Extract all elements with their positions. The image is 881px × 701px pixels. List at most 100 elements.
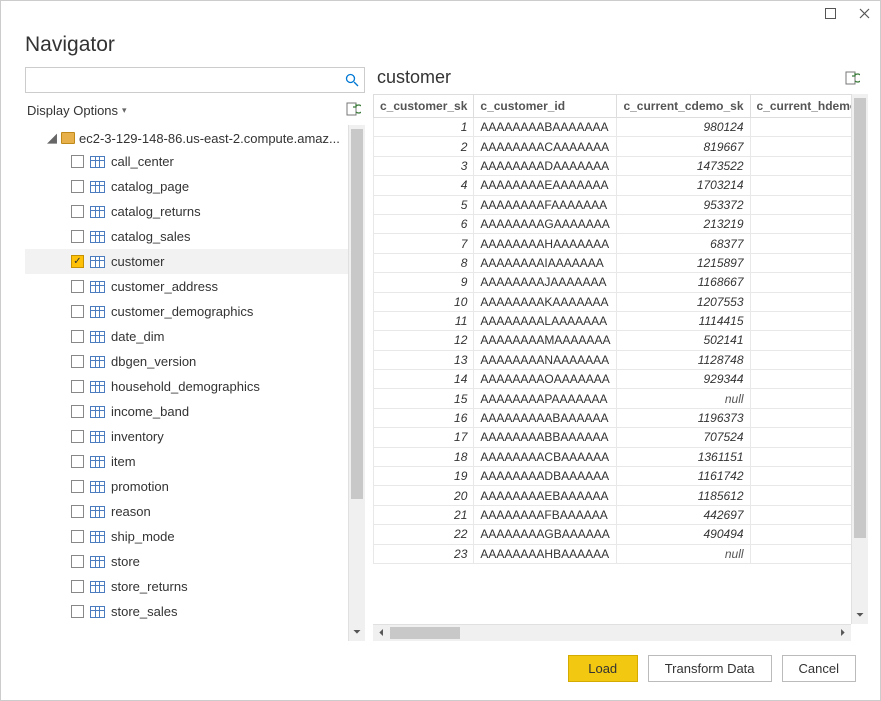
- table-row[interactable]: 16AAAAAAAAABAAAAAA119637330: [374, 408, 852, 427]
- tree-root-node[interactable]: ◢ ec2-3-129-148-86.us-east-2.compute.ama…: [25, 127, 348, 149]
- table-row[interactable]: 14AAAAAAAAOAAAAAAA9293448: [374, 370, 852, 389]
- tree-item-ship_mode[interactable]: ship_mode: [25, 524, 348, 549]
- table-row[interactable]: 2AAAAAAAACAAAAAAA81966714: [374, 137, 852, 156]
- tree-item-household_demographics[interactable]: household_demographics: [25, 374, 348, 399]
- tree-item-inventory[interactable]: inventory: [25, 424, 348, 449]
- grid-horizontal-scrollbar[interactable]: ⏴ ⏵: [373, 624, 851, 641]
- tree-item-item[interactable]: item: [25, 449, 348, 474]
- table-row[interactable]: 5AAAAAAAAFAAAAAAA95337244: [374, 195, 852, 214]
- table-row[interactable]: 21AAAAAAAAFBAAAAAA44269765: [374, 505, 852, 524]
- checkbox[interactable]: [71, 505, 84, 518]
- tree-item-call_center[interactable]: call_center: [25, 149, 348, 174]
- window-close-button[interactable]: [856, 5, 872, 21]
- search-input[interactable]: [30, 73, 344, 88]
- checkbox[interactable]: [71, 555, 84, 568]
- cell: 442697: [617, 505, 750, 524]
- tree-item-store_returns[interactable]: store_returns: [25, 574, 348, 599]
- tree-item-dbgen_version[interactable]: dbgen_version: [25, 349, 348, 374]
- checkbox[interactable]: [71, 480, 84, 493]
- tree-item-income_band[interactable]: income_band: [25, 399, 348, 424]
- table-row[interactable]: 3AAAAAAAADAAAAAAA147352262: [374, 156, 852, 175]
- cell: 7: [374, 234, 474, 253]
- table-row[interactable]: 12AAAAAAAAMAAAAAAA50214165: [374, 331, 852, 350]
- table-icon: [90, 481, 105, 493]
- column-header[interactable]: c_current_hdemo_sk: [750, 95, 851, 118]
- checkbox[interactable]: [71, 580, 84, 593]
- table-row[interactable]: 22AAAAAAAAGBAAAAAA49049445: [374, 525, 852, 544]
- scroll-right-icon[interactable]: ⏵: [834, 625, 851, 641]
- cell: 63: [750, 214, 851, 233]
- checkbox[interactable]: [71, 455, 84, 468]
- column-header[interactable]: c_current_cdemo_sk: [617, 95, 750, 118]
- cell: 68: [750, 311, 851, 330]
- checkbox[interactable]: [71, 230, 84, 243]
- tree-item-catalog_page[interactable]: catalog_page: [25, 174, 348, 199]
- cell: 16: [374, 408, 474, 427]
- table-row[interactable]: 6AAAAAAAAGAAAAAAA21321963: [374, 214, 852, 233]
- tree-item-customer_demographics[interactable]: customer_demographics: [25, 299, 348, 324]
- scrollbar-thumb[interactable]: [390, 627, 460, 639]
- preview-refresh-icon[interactable]: [844, 70, 862, 88]
- table-row[interactable]: 4AAAAAAAAEAAAAAAA170321439: [374, 176, 852, 195]
- checkbox[interactable]: [71, 180, 84, 193]
- checkbox[interactable]: [71, 430, 84, 443]
- tree-item-catalog_sales[interactable]: catalog_sales: [25, 224, 348, 249]
- transform-data-button[interactable]: Transform Data: [648, 655, 772, 682]
- table-row[interactable]: 20AAAAAAAAEBAAAAAA1185612: [374, 486, 852, 505]
- scroll-down-icon[interactable]: ⏷: [349, 624, 365, 641]
- column-header[interactable]: c_customer_id: [474, 95, 617, 118]
- cell: 929344: [617, 370, 750, 389]
- tree-item-date_dim[interactable]: date_dim: [25, 324, 348, 349]
- checkbox[interactable]: [71, 205, 84, 218]
- tree-item-reason[interactable]: reason: [25, 499, 348, 524]
- display-options-dropdown[interactable]: Display Options ▾: [27, 103, 127, 118]
- tree-item-label: catalog_returns: [111, 204, 201, 219]
- tree-item-store_sales[interactable]: store_sales: [25, 599, 348, 624]
- table-row[interactable]: 10AAAAAAAAKAAAAAAA120755351: [374, 292, 852, 311]
- cell: AAAAAAAAFAAAAAAA: [474, 195, 617, 214]
- cell: AAAAAAAAEBAAAAAA: [474, 486, 617, 505]
- tree-item-customer[interactable]: customer: [25, 249, 348, 274]
- table-row[interactable]: 7AAAAAAAAHAAAAAAA6837732: [374, 234, 852, 253]
- table-row[interactable]: 13AAAAAAAANAAAAAAA112874827: [374, 350, 852, 369]
- scrollbar-thumb[interactable]: [351, 129, 363, 499]
- table-row[interactable]: 17AAAAAAAABBAAAAAA70752438: [374, 428, 852, 447]
- checkbox[interactable]: [71, 280, 84, 293]
- checkbox[interactable]: [71, 355, 84, 368]
- table-row[interactable]: 15AAAAAAAAPAAAAAAAnull1: [374, 389, 852, 408]
- table-row[interactable]: 9AAAAAAAAJAAAAAAA116866714: [374, 273, 852, 292]
- checkbox[interactable]: [71, 530, 84, 543]
- tree-item-store[interactable]: store: [25, 549, 348, 574]
- table-row[interactable]: 23AAAAAAAAHBAAAAAAnull21: [374, 544, 852, 563]
- table-row[interactable]: 1AAAAAAAABAAAAAAA98012471: [374, 118, 852, 137]
- table-row[interactable]: 8AAAAAAAAIAAAAAAA121589724: [374, 253, 852, 272]
- checkbox[interactable]: [71, 605, 84, 618]
- load-button[interactable]: Load: [568, 655, 638, 682]
- table-row[interactable]: 11AAAAAAAALAAAAAAA111441568: [374, 311, 852, 330]
- tree-item-promotion[interactable]: promotion: [25, 474, 348, 499]
- grid-vertical-scrollbar[interactable]: ⏶ ⏷: [851, 94, 868, 624]
- cancel-button[interactable]: Cancel: [782, 655, 856, 682]
- checkbox[interactable]: [71, 305, 84, 318]
- scroll-left-icon[interactable]: ⏴: [373, 625, 390, 641]
- cell: 22: [374, 525, 474, 544]
- column-header[interactable]: c_customer_sk: [374, 95, 474, 118]
- collapse-caret-icon[interactable]: ◢: [47, 130, 57, 146]
- checkbox[interactable]: [71, 155, 84, 168]
- table-row[interactable]: 19AAAAAAAADBAAAAAA116174242: [374, 467, 852, 486]
- tree-item-customer_address[interactable]: customer_address: [25, 274, 348, 299]
- table-icon: [90, 506, 105, 518]
- refresh-icon[interactable]: [345, 101, 363, 119]
- tree-item-catalog_returns[interactable]: catalog_returns: [25, 199, 348, 224]
- checkbox[interactable]: [71, 405, 84, 418]
- scrollbar-thumb[interactable]: [854, 98, 866, 538]
- tree-vertical-scrollbar[interactable]: ⏶ ⏷: [348, 125, 365, 641]
- table-row[interactable]: 18AAAAAAAACBAAAAAA136115165: [374, 447, 852, 466]
- checkbox[interactable]: [71, 255, 84, 268]
- search-icon[interactable]: [344, 72, 360, 88]
- scroll-down-icon[interactable]: ⏷: [852, 607, 868, 624]
- search-box[interactable]: [25, 67, 365, 93]
- checkbox[interactable]: [71, 380, 84, 393]
- window-restore-button[interactable]: [822, 5, 838, 21]
- checkbox[interactable]: [71, 330, 84, 343]
